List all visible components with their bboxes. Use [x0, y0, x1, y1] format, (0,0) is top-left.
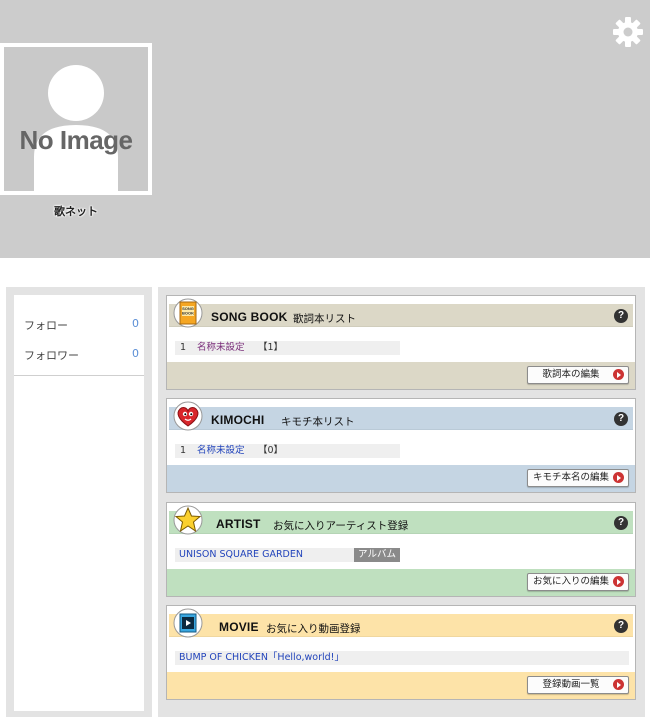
movie-subtitle: お気に入り動画登録 — [266, 623, 361, 635]
edit-favorites-label: お気に入りの編集 — [532, 576, 609, 587]
follow-count[interactable]: 0 — [132, 317, 139, 330]
edit-kimochi-button[interactable]: キモチ本名の編集 — [527, 469, 629, 487]
edit-songbook-label: 歌詞本の編集 — [542, 369, 600, 380]
movie-panel: MOVIE お気に入り動画登録 ? BUMP OF CHICKEN「Hello,… — [166, 605, 636, 700]
songbook-item-link[interactable]: 名称未設定 — [197, 341, 245, 355]
kimochi-footer: キモチ本名の編集 — [167, 465, 635, 492]
heart-icon — [173, 401, 203, 431]
item-count: 【0】 — [258, 445, 284, 456]
divider — [14, 375, 144, 376]
follower-label: フォロワー — [24, 349, 79, 362]
arrow-right-icon — [613, 679, 624, 690]
songbook-title: SONG BOOK — [211, 310, 288, 324]
registered-videos-button[interactable]: 登録動画一覧 — [527, 676, 629, 694]
edit-favorites-button[interactable]: お気に入りの編集 — [527, 573, 629, 591]
follow-label: フォロー — [24, 319, 68, 332]
edit-songbook-button[interactable]: 歌詞本の編集 — [527, 366, 629, 384]
follower-count[interactable]: 0 — [132, 347, 139, 360]
movie-item-link[interactable]: BUMP OF CHICKEN「Hello,world!」 — [179, 651, 344, 665]
artist-subtitle: お気に入りアーティスト登録 — [273, 520, 409, 532]
songbook-header: SONG BOOK SONG BOOK 歌詞本リスト ? — [169, 298, 633, 328]
gear-icon[interactable] — [612, 16, 644, 48]
artist-panel: ARTIST お気に入りアーティスト登録 ? UNISON SQUARE GAR… — [166, 502, 636, 597]
help-icon[interactable]: ? — [614, 619, 628, 633]
kimochi-panel: KIMOCHI キモチ本リスト ? 1 名称未設定 【0】 キモチ本名の編集 — [166, 398, 636, 493]
svg-text:BOOK: BOOK — [182, 311, 194, 316]
avatar-silhouette-icon — [34, 65, 118, 191]
arrow-right-icon — [613, 576, 624, 587]
film-icon — [173, 608, 203, 638]
movie-title: MOVIE — [219, 620, 259, 634]
list-item: BUMP OF CHICKEN「Hello,world!」 — [175, 651, 629, 665]
registered-videos-label: 登録動画一覧 — [542, 679, 600, 690]
artist-title: ARTIST — [216, 517, 261, 531]
follow-stat[interactable]: フォロー 0 — [24, 317, 139, 333]
list-item: 1 名称未設定 【1】 — [175, 341, 400, 355]
profile-header: No Image 歌ネット — [0, 0, 650, 258]
artist-footer: お気に入りの編集 — [167, 569, 635, 596]
help-icon[interactable]: ? — [614, 516, 628, 530]
help-icon[interactable]: ? — [614, 309, 628, 323]
album-button[interactable]: アルバム — [354, 548, 400, 562]
kimochi-title: KIMOCHI — [211, 413, 265, 427]
list-item: 1 名称未設定 【0】 — [175, 444, 400, 458]
avatar-placeholder-text: No Image — [19, 125, 133, 155]
sidebar: フォロー 0 フォロワー 0 — [6, 287, 152, 717]
follower-stat[interactable]: フォロワー 0 — [24, 347, 139, 363]
item-number: 1 — [180, 342, 187, 353]
item-number: 1 — [180, 445, 187, 456]
songbook-panel: SONG BOOK SONG BOOK 歌詞本リスト ? 1 名称未設定 【1】… — [166, 295, 636, 390]
edit-kimochi-label: キモチ本名の編集 — [532, 472, 609, 483]
arrow-right-icon — [613, 369, 624, 380]
artist-header: ARTIST お気に入りアーティスト登録 ? — [169, 505, 633, 535]
arrow-right-icon — [613, 472, 624, 483]
songbook-icon: SONG BOOK — [173, 298, 203, 328]
main-content: SONG BOOK SONG BOOK 歌詞本リスト ? 1 名称未設定 【1】… — [158, 287, 645, 717]
username: 歌ネット — [54, 205, 98, 218]
help-icon[interactable]: ? — [614, 412, 628, 426]
movie-footer: 登録動画一覧 — [167, 672, 635, 699]
movie-header: MOVIE お気に入り動画登録 ? — [169, 608, 633, 638]
kimochi-subtitle: キモチ本リスト — [281, 416, 355, 428]
avatar: No Image — [0, 43, 152, 195]
kimochi-item-link[interactable]: 名称未設定 — [197, 444, 245, 458]
kimochi-header: KIMOCHI キモチ本リスト ? — [169, 401, 633, 431]
list-item: UNISON SQUARE GARDEN アルバム — [175, 548, 400, 562]
songbook-footer: 歌詞本の編集 — [167, 362, 635, 389]
star-icon — [173, 505, 203, 535]
artist-item-link[interactable]: UNISON SQUARE GARDEN — [179, 548, 303, 562]
item-count: 【1】 — [258, 342, 284, 353]
songbook-subtitle: 歌詞本リスト — [293, 313, 356, 325]
